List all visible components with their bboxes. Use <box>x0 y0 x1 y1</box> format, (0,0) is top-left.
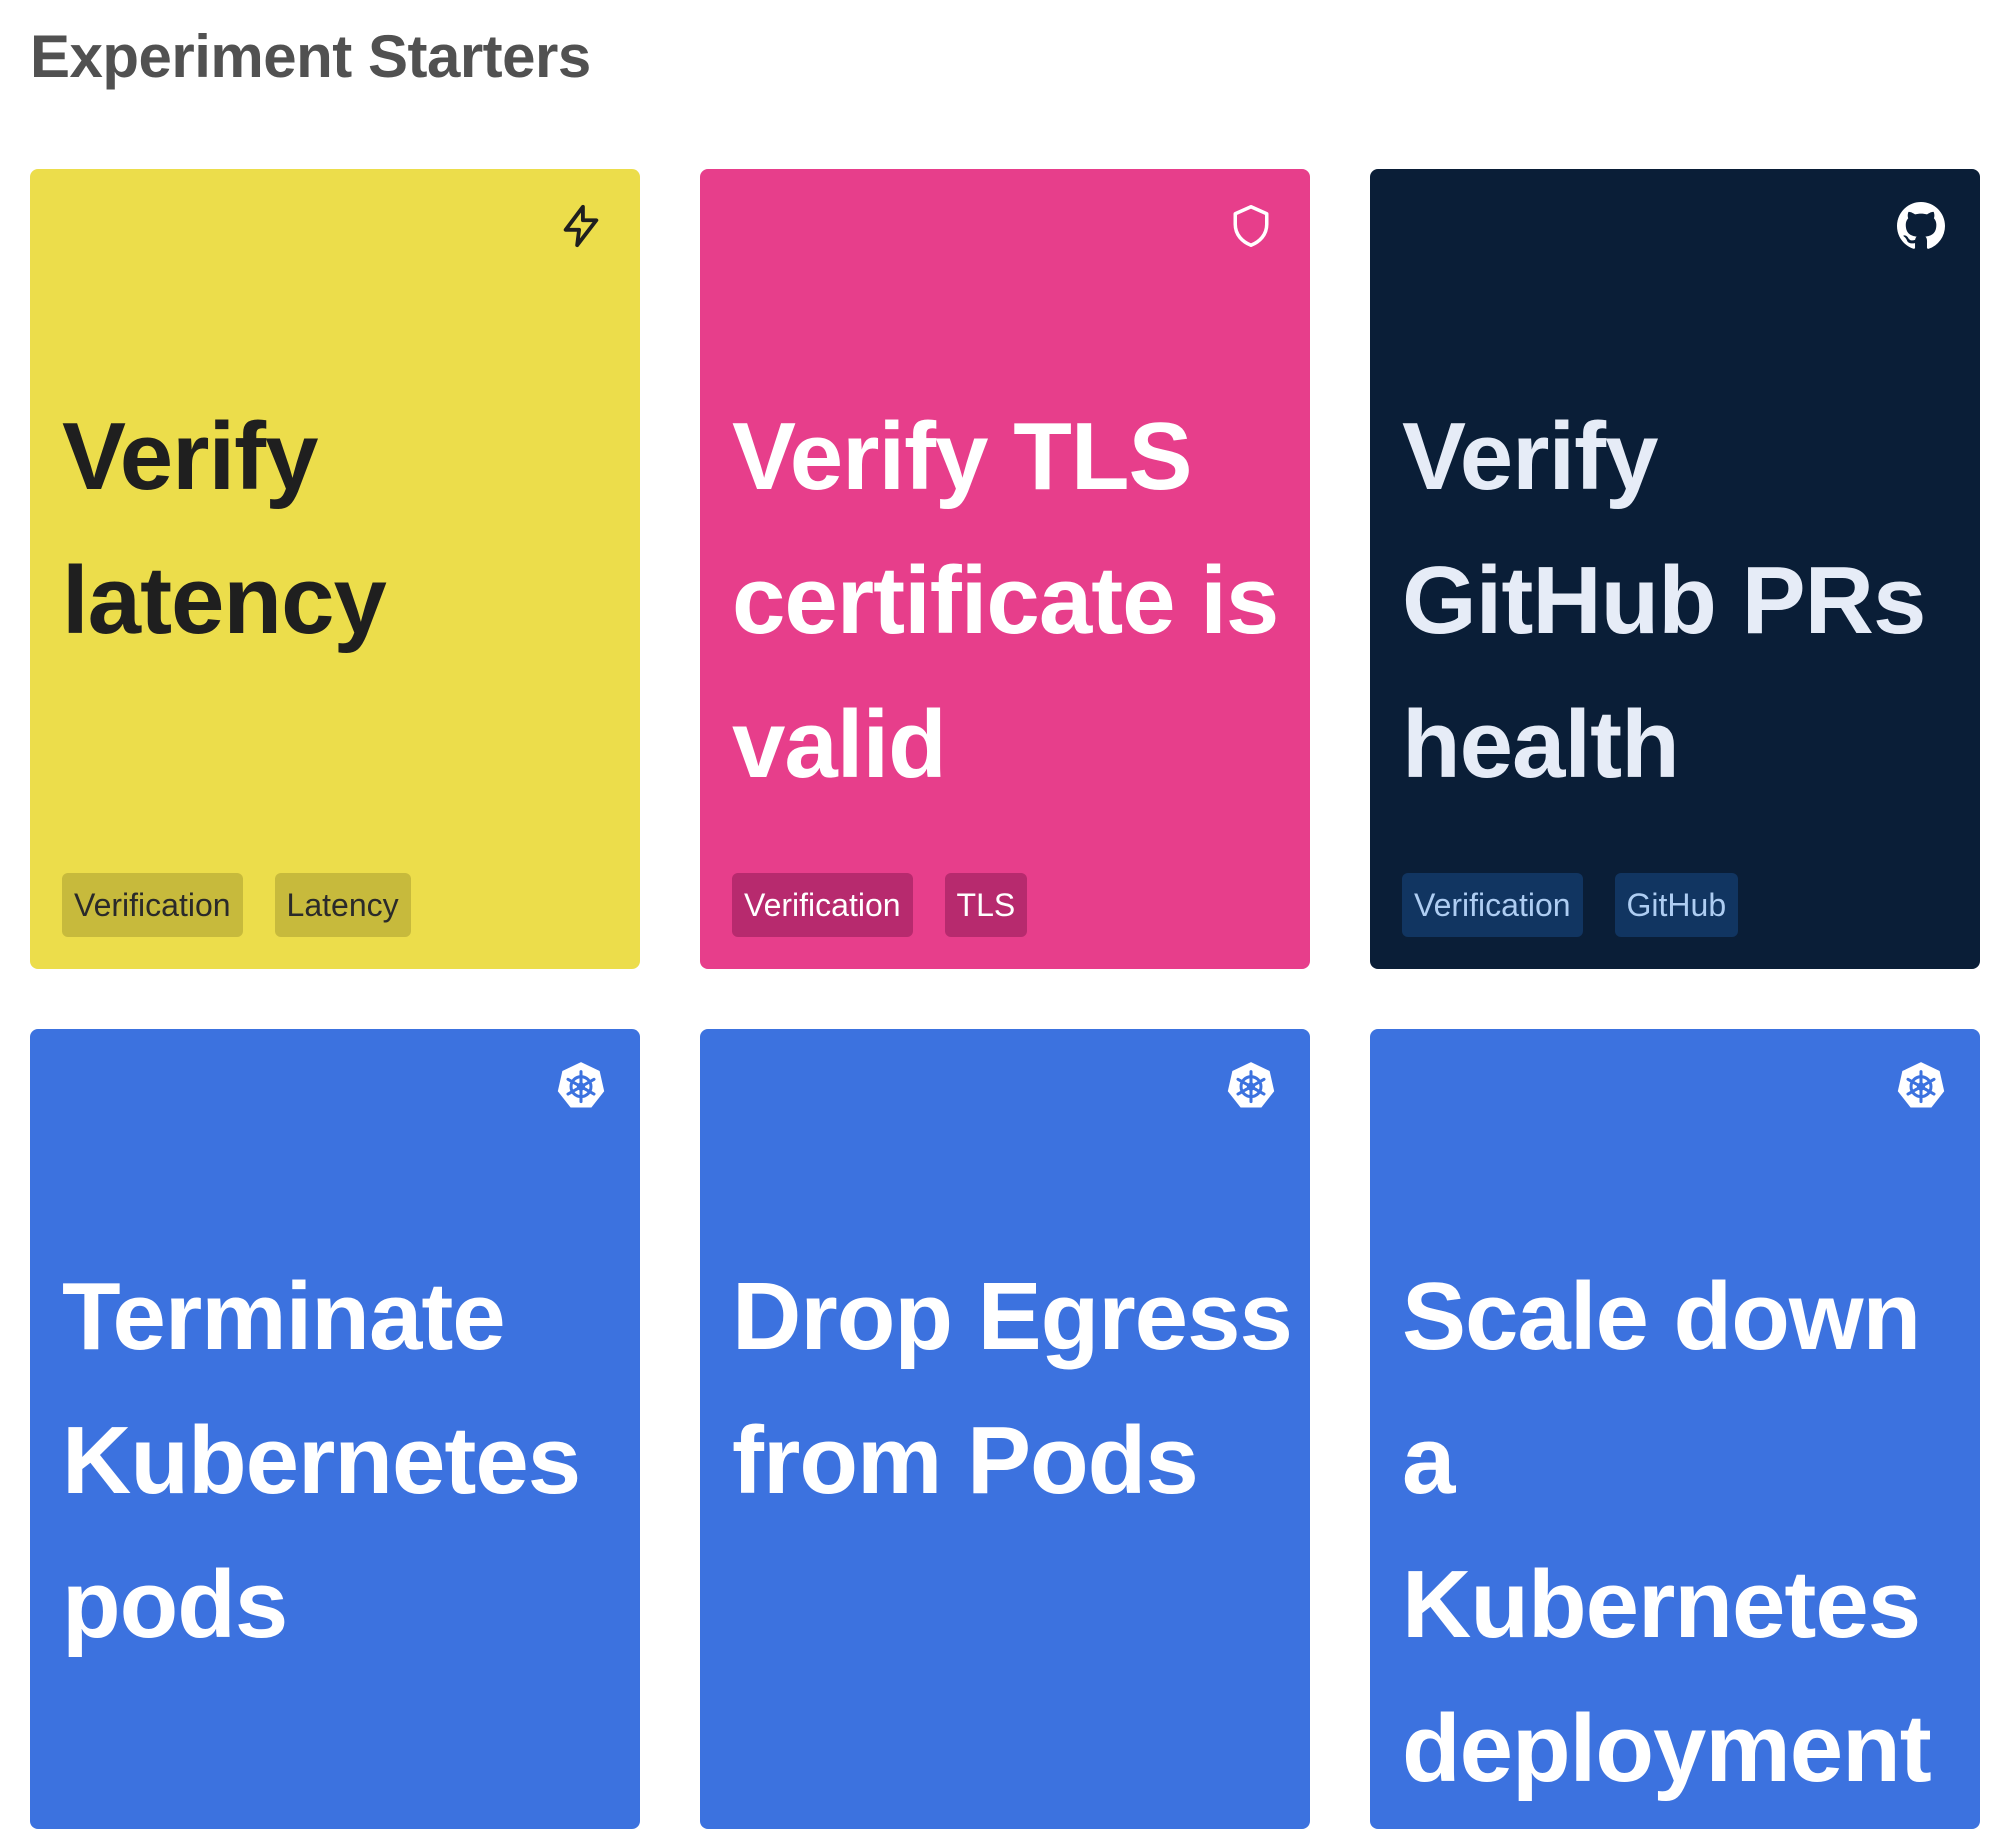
card-title: Drop Egress from Pods <box>732 1263 1293 1514</box>
tag-list: Verification TLS <box>732 873 1028 937</box>
kubernetes-icon <box>554 1059 608 1113</box>
experiment-card-scale-down-deployment[interactable]: Scale down a Kubernetes deployment <box>1370 1029 1980 1829</box>
experiment-card-drop-egress[interactable]: Drop Egress from Pods <box>700 1029 1310 1829</box>
tag-latency: Latency <box>274 873 411 937</box>
card-title: Terminate Kubernetes pods <box>62 1263 581 1658</box>
lightning-icon <box>554 199 608 253</box>
experiment-card-verify-github[interactable]: Verify GitHub PRs health Verification Gi… <box>1370 169 1980 969</box>
experiment-card-verify-tls[interactable]: Verify TLS certificate is valid Verifica… <box>700 169 1310 969</box>
tag-verification: Verification <box>62 873 243 937</box>
card-title: Scale down a Kubernetes deployment <box>1402 1263 1932 1802</box>
kubernetes-icon <box>1224 1059 1278 1113</box>
tag-list: Verification GitHub <box>1402 873 1739 937</box>
kubernetes-icon <box>1894 1059 1948 1113</box>
page-title: Experiment Starters <box>30 23 591 90</box>
tag-verification: Verification <box>1402 873 1583 937</box>
tag-tls: TLS <box>944 873 1028 937</box>
tag-github: GitHub <box>1614 873 1739 937</box>
card-title: Verify TLS certificate is valid <box>732 403 1279 798</box>
experiment-card-terminate-pods[interactable]: Terminate Kubernetes pods <box>30 1029 640 1829</box>
tag-list: Verification Latency <box>62 873 411 937</box>
card-title: Verify GitHub PRs health <box>1402 403 1926 798</box>
tag-verification: Verification <box>732 873 913 937</box>
experiment-card-verify-latency[interactable]: Verify latency Verification Latency <box>30 169 640 969</box>
card-title: Verify latency <box>62 403 387 654</box>
shield-icon <box>1224 199 1278 253</box>
github-icon <box>1894 199 1948 253</box>
